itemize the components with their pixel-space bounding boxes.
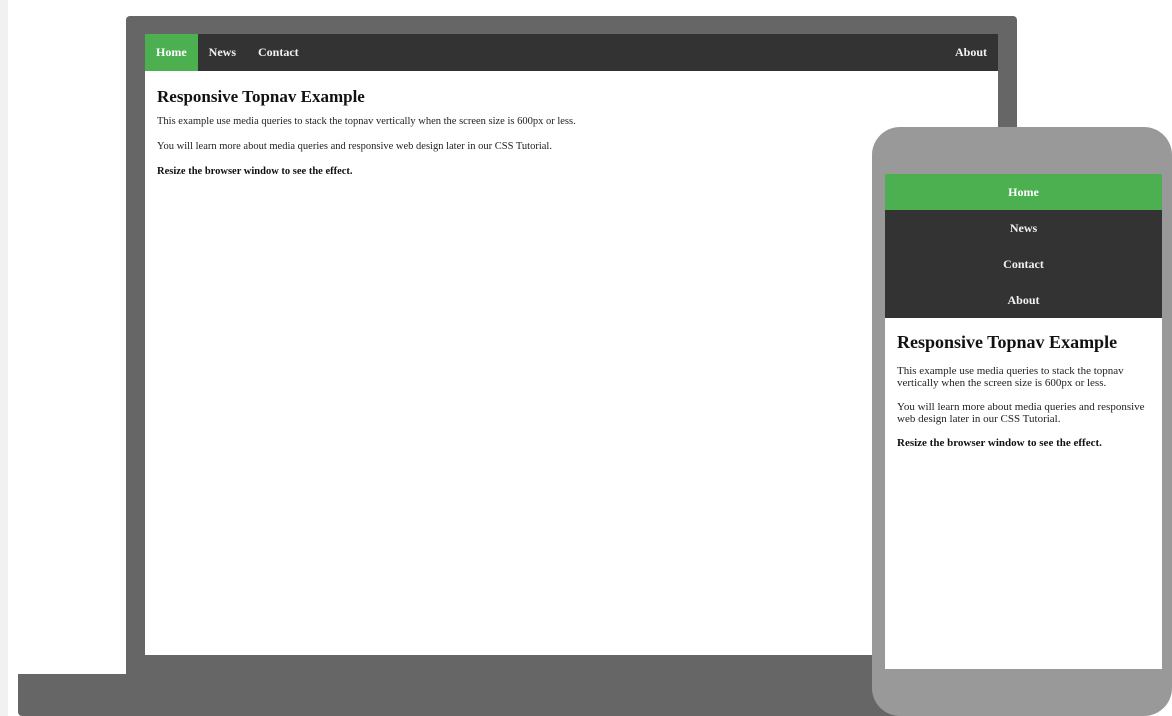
phone-paragraph-3: Resize the browser window to see the eff… <box>897 437 1102 449</box>
laptop-paragraph-3: Resize the browser window to see the eff… <box>157 166 353 177</box>
laptop-paragraph-2: You will learn more about media queries … <box>157 141 552 152</box>
laptop-screen: Home News Contact About Responsive Topna… <box>145 34 998 655</box>
laptop-nav-news[interactable]: News <box>198 34 247 71</box>
phone-nav-news[interactable]: News <box>885 210 1162 246</box>
phone-topnav: Home News Contact About <box>885 174 1162 318</box>
phone-paragraph-1: This example use media queries to stack … <box>897 365 1124 389</box>
laptop-nav-about[interactable]: About <box>944 34 998 71</box>
laptop-page-title: Responsive Topnav Example <box>157 87 365 106</box>
left-strip <box>0 0 8 716</box>
phone-nav-home[interactable]: Home <box>885 174 1162 210</box>
stage: Home News Contact About Responsive Topna… <box>0 0 1172 716</box>
phone-nav-contact[interactable]: Contact <box>885 246 1162 282</box>
laptop-nav-spacer <box>310 34 944 71</box>
phone-screen: Home News Contact About Responsive Topna… <box>885 174 1162 669</box>
laptop-content: Responsive Topnav Example This example u… <box>145 87 998 178</box>
laptop-base <box>18 674 1018 716</box>
laptop-paragraph-1: This example use media queries to stack … <box>157 116 576 127</box>
phone-page-title: Responsive Topnav Example <box>897 332 1118 352</box>
laptop-nav-contact[interactable]: Contact <box>247 34 310 71</box>
laptop-nav-home[interactable]: Home <box>145 34 198 71</box>
laptop-topnav: Home News Contact About <box>145 34 998 71</box>
phone-nav-about[interactable]: About <box>885 282 1162 318</box>
phone-paragraph-2: You will learn more about media queries … <box>897 401 1145 425</box>
phone-content: Responsive Topnav Example This example u… <box>885 332 1162 449</box>
